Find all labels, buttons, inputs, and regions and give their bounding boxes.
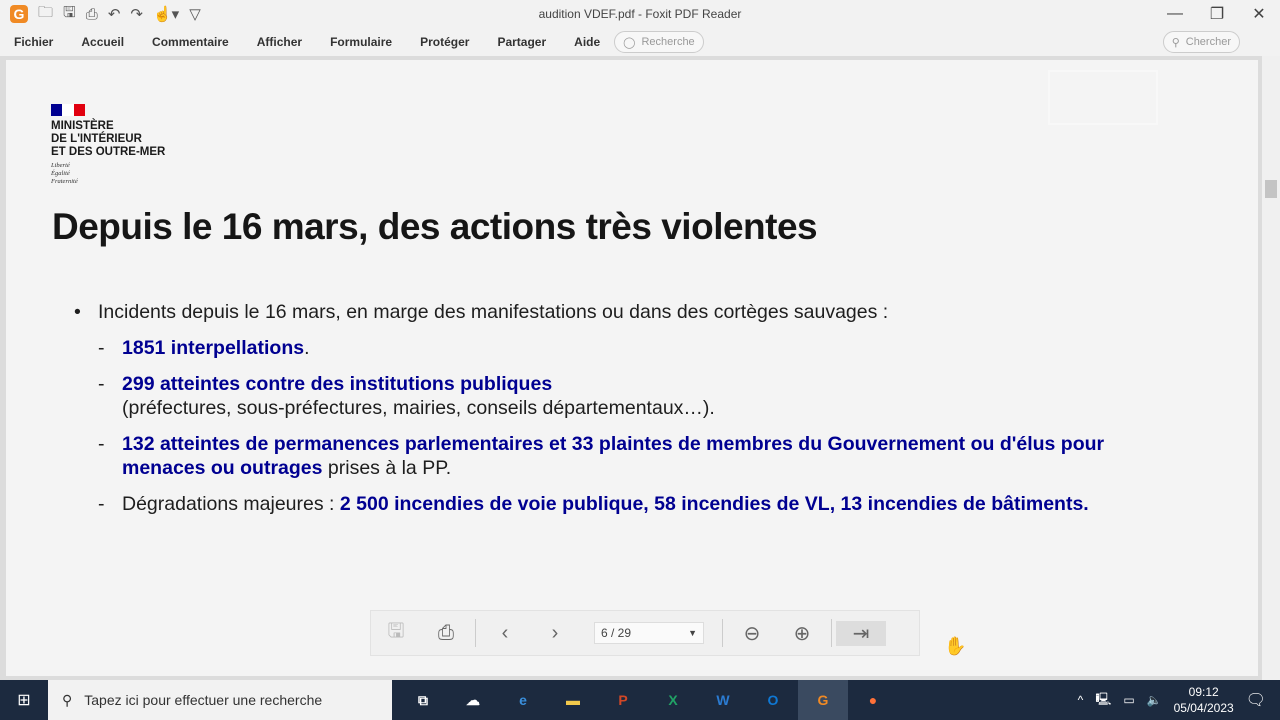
motto: Liberté Égalité Fraternité [51, 162, 78, 185]
outlook-icon[interactable]: O [748, 680, 798, 720]
list-item: 132 atteintes de permanences parlementai… [74, 432, 1114, 480]
menu-proteger[interactable]: Protéger [420, 35, 469, 49]
slide-title: Depuis le 16 mars, des actions très viol… [52, 206, 818, 247]
clock[interactable]: 09:12 05/04/2023 [1174, 684, 1234, 716]
word-icon[interactable]: W [698, 680, 748, 720]
volume-icon[interactable]: 🔈 [1147, 693, 1162, 707]
floating-toolbar: 🖫 ⎙ ‹ › 6 / 29 ▼ ⊖ ⊕ ⇥ [370, 610, 920, 656]
taskbar-search[interactable]: ⚲ Tapez ici pour effectuer une recherche [48, 680, 392, 720]
windows-start-icon[interactable]: ⊞ [0, 690, 48, 710]
print-icon[interactable]: ⎙ [86, 6, 98, 23]
powerpoint-icon[interactable]: P [598, 680, 648, 720]
battery-icon[interactable]: ▭ [1123, 693, 1134, 707]
assembly-watermark [1048, 70, 1158, 125]
task-view-icon[interactable]: ⧉ [398, 680, 448, 720]
restore-button[interactable]: ❐ [1196, 0, 1238, 28]
open-icon[interactable]: 🗀 [38, 2, 53, 27]
menu-aide[interactable]: Aide [574, 35, 600, 49]
foxit-logo-icon: G [10, 5, 28, 23]
network-icon[interactable]: 🖳 [1095, 690, 1111, 711]
bullet-list: Incidents depuis le 16 mars, en marge de… [74, 300, 1114, 516]
vertical-scrollbar[interactable] [1262, 56, 1280, 680]
intro-bullet: Incidents depuis le 16 mars, en marge de… [74, 300, 1114, 324]
save-icon[interactable]: 🖫 [63, 2, 76, 27]
search-placeholder: Chercher [1185, 36, 1231, 48]
foxit-taskbar-icon[interactable]: G [798, 680, 848, 720]
zoom-in-icon[interactable]: ⊕ [777, 621, 827, 646]
list-item: 299 atteintes contre des institutions pu… [74, 372, 1114, 420]
notifications-icon[interactable]: 🗨 [1246, 690, 1266, 710]
exit-fullscreen-icon[interactable]: ⇥ [836, 620, 886, 646]
minimize-button[interactable]: — [1154, 0, 1196, 28]
previous-page-icon[interactable]: ‹ [480, 622, 530, 645]
list-item: Dégradations majeures : 2 500 incendies … [74, 492, 1114, 516]
menu-commentaire[interactable]: Commentaire [152, 35, 229, 49]
document-view[interactable]: MINISTÈRE DE L'INTÉRIEUR ET DES OUTRE-MER … [0, 56, 1262, 680]
ministry-name: MINISTÈRE DE L'INTÉRIEUR ET DES OUTRE-MER [51, 120, 166, 158]
page-selector[interactable]: 6 / 29 ▼ [594, 622, 704, 644]
title-bar: G 🗀 🖫 ⎙ ↶ ↷ ☝▾ ▽ audition VDEF.pdf - Fox… [0, 0, 1280, 28]
dropdown-arrow-icon: ▼ [688, 628, 697, 638]
tell-me-input[interactable]: ◯ Recherche [614, 31, 704, 53]
customize-icon[interactable]: ▽ [189, 5, 201, 23]
onedrive-icon[interactable]: ☁ [448, 680, 498, 720]
next-page-icon[interactable]: › [530, 622, 580, 645]
redo-icon[interactable]: ↷ [130, 5, 143, 23]
search-icon: ⚲ [62, 691, 73, 708]
file-explorer-icon[interactable]: ▬ [548, 680, 598, 720]
print-icon[interactable]: ⎙ [421, 622, 471, 645]
tell-me-placeholder: Recherche [641, 36, 695, 48]
menu-accueil[interactable]: Accueil [81, 35, 124, 49]
excel-icon[interactable]: X [648, 680, 698, 720]
edge-icon[interactable]: e [498, 680, 548, 720]
close-button[interactable]: ✕ [1238, 0, 1280, 28]
save-icon[interactable]: 🖫 [371, 616, 421, 650]
menu-formulaire[interactable]: Formulaire [330, 35, 392, 49]
lightbulb-icon: ◯ [623, 36, 636, 49]
search-icon: ⚲ [1171, 36, 1180, 49]
list-item: 1851 interpellations. [74, 336, 1114, 360]
menu-bar: Fichier Accueil Commentaire Afficher For… [0, 28, 1280, 56]
scrollbar-thumb[interactable] [1265, 180, 1277, 198]
hand-cursor-icon: ✋ [944, 636, 967, 656]
taskbar: ⊞ ⚲ Tapez ici pour effectuer une recherch… [0, 680, 1280, 720]
menu-fichier[interactable]: Fichier [14, 35, 53, 49]
search-input[interactable]: ⚲ Chercher [1162, 31, 1240, 53]
zoom-out-icon[interactable]: ⊖ [727, 621, 777, 646]
show-hidden-icons[interactable]: ^ [1078, 693, 1084, 707]
page-indicator: 6 / 29 [601, 626, 632, 640]
marianne-flag-logo [51, 104, 85, 116]
undo-icon[interactable]: ↶ [108, 5, 121, 23]
firefox-icon[interactable]: ● [848, 680, 898, 720]
menu-partager[interactable]: Partager [497, 35, 546, 49]
pdf-page: MINISTÈRE DE L'INTÉRIEUR ET DES OUTRE-MER … [6, 60, 1258, 676]
hand-tool-icon[interactable]: ☝▾ [153, 5, 179, 23]
menu-afficher[interactable]: Afficher [257, 35, 302, 49]
taskbar-search-placeholder: Tapez ici pour effectuer une recherche [84, 692, 323, 708]
